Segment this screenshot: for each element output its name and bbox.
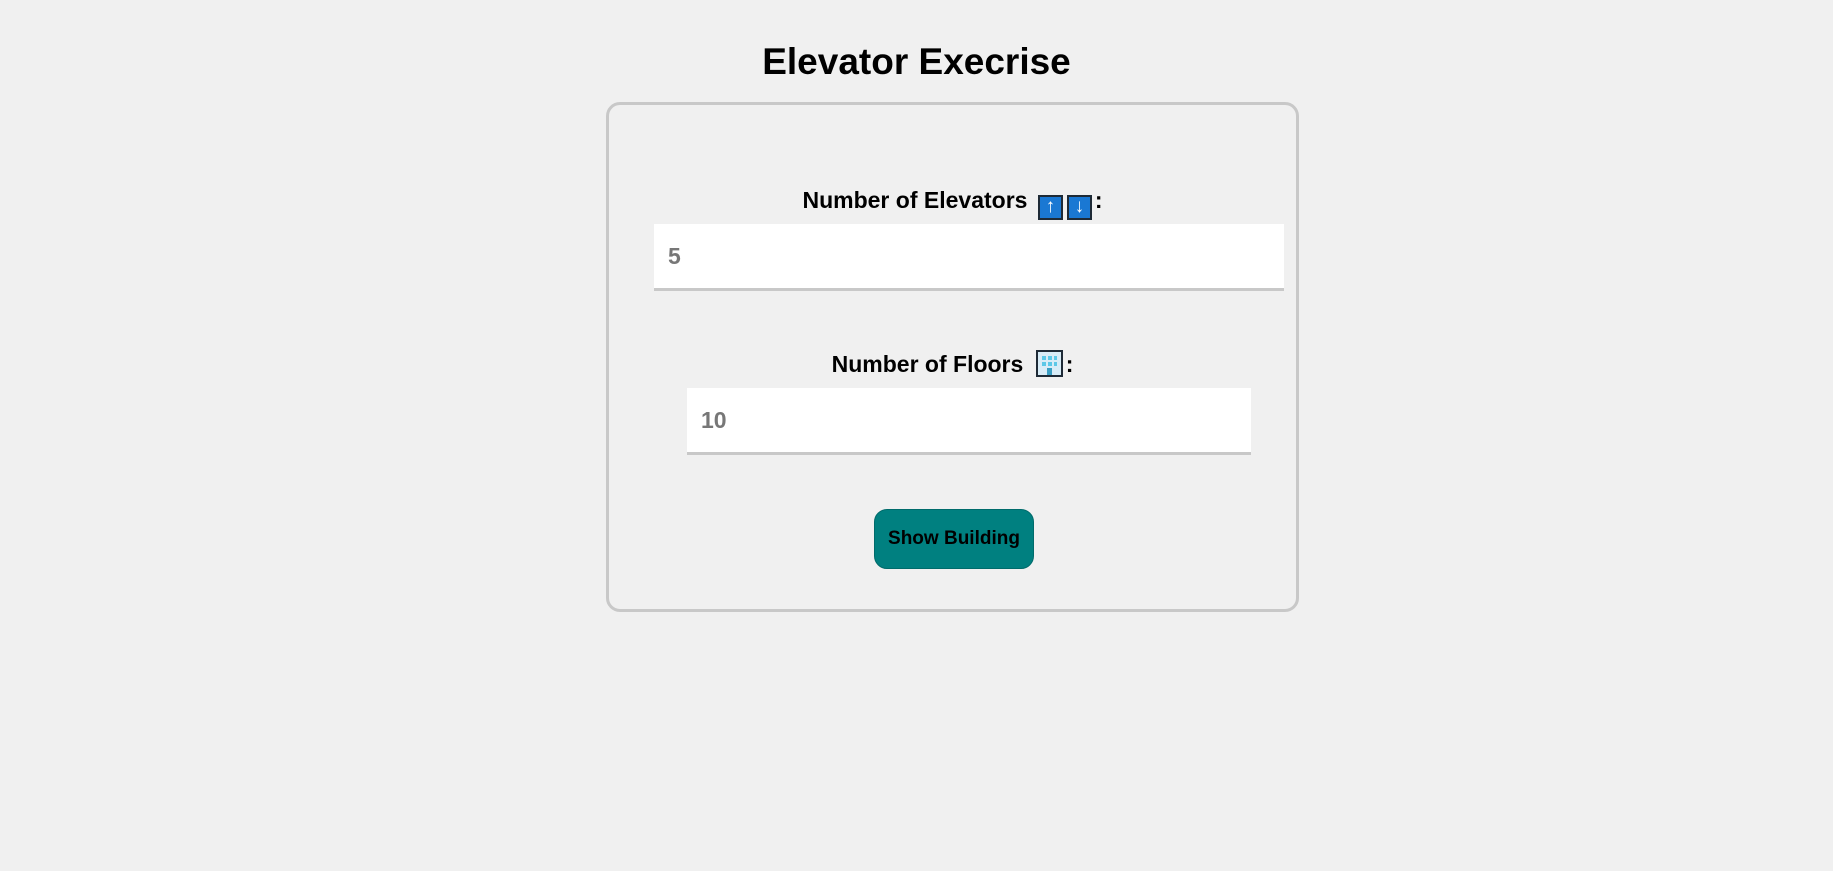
floors-input[interactable] xyxy=(687,388,1251,455)
elevators-label-text: Number of Elevators xyxy=(802,187,1028,213)
floors-label-text: Number of Floors xyxy=(831,351,1024,377)
building-icon xyxy=(1035,350,1063,377)
down-arrow-icon: ↓ xyxy=(1066,195,1092,220)
elevators-input[interactable] xyxy=(654,224,1284,291)
elevators-label: Number of Elevators ↑ ↓: xyxy=(609,185,1296,220)
up-arrow-icon: ↑ xyxy=(1037,195,1063,220)
page-title: Elevator Execrise xyxy=(762,41,1071,82)
floors-label: Number of Floors : xyxy=(609,349,1296,379)
floors-label-colon: : xyxy=(1065,351,1074,377)
elevators-label-colon: : xyxy=(1094,187,1103,213)
show-building-button[interactable]: Show Building xyxy=(874,509,1034,569)
form-card: Number of Elevators ↑↓: Number of Floors… xyxy=(606,102,1299,612)
